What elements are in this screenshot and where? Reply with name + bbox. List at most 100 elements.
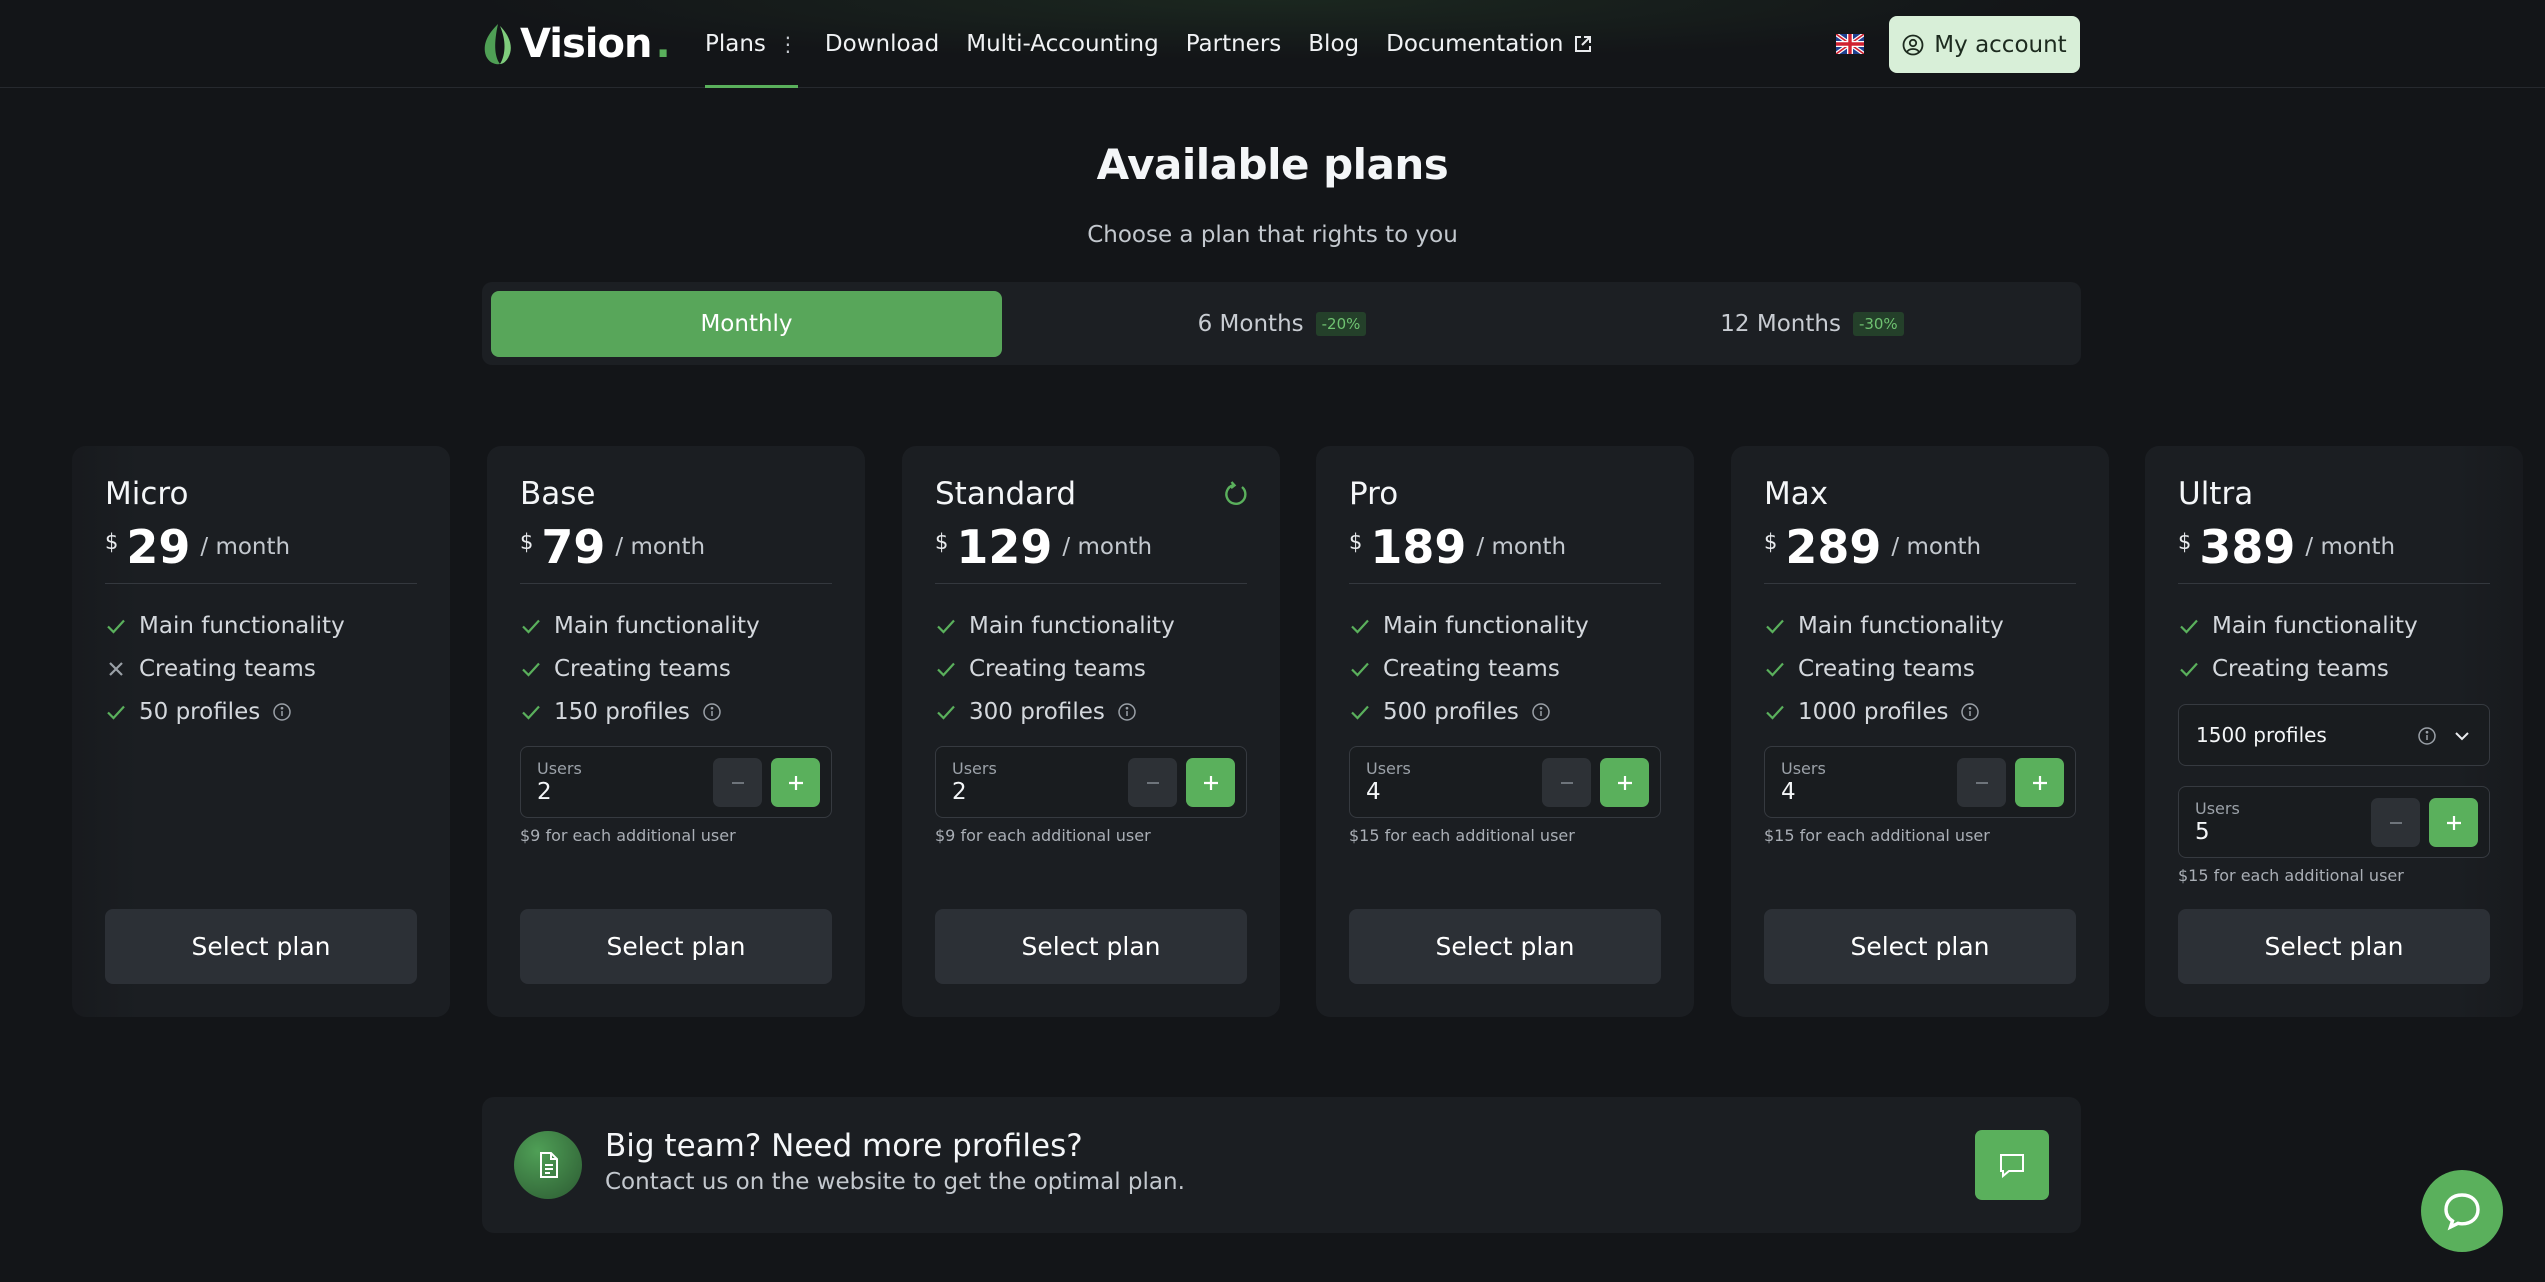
uk-flag-icon[interactable]: [1836, 34, 1864, 54]
feature-list: Main functionality Creating teams: [2178, 604, 2418, 690]
user-circle-icon: [1902, 34, 1924, 55]
increase-users-button[interactable]: [1186, 758, 1235, 807]
price-period: / month: [200, 534, 291, 560]
feature-list: Main functionality Creating teams 150 pr…: [520, 604, 760, 733]
info-icon[interactable]: [2417, 726, 2437, 746]
price-period: / month: [1476, 534, 1567, 560]
check-icon: [2180, 662, 2198, 677]
plus-icon: [1203, 775, 1218, 790]
users-label: Users: [537, 759, 582, 778]
users-stepper: Users 4: [1349, 746, 1661, 818]
check-icon: [107, 705, 125, 720]
info-icon[interactable]: [1531, 702, 1551, 722]
decrease-users-button[interactable]: [1128, 758, 1177, 807]
plan-name: Micro: [105, 476, 189, 512]
feature-text: Creating teams: [2212, 655, 2389, 682]
info-icon[interactable]: [272, 702, 292, 722]
x-icon: [109, 661, 123, 676]
feature-text: 500 profiles: [1383, 698, 1519, 725]
users-value[interactable]: 5: [2195, 819, 2210, 845]
feature-list: Main functionality Creating teams 1000 p…: [1764, 604, 2004, 733]
leaf-logo-icon: [484, 24, 511, 65]
more-dots-icon[interactable]: ⋮: [778, 32, 798, 56]
contact-button[interactable]: [1975, 1130, 2049, 1200]
additional-user-note: $9 for each additional user: [935, 826, 1151, 845]
my-account-button[interactable]: My account: [1889, 16, 2080, 73]
divider: [105, 583, 417, 584]
nav-partners[interactable]: Partners: [1186, 0, 1282, 88]
users-value[interactable]: 2: [537, 779, 552, 805]
plan-name: Standard: [935, 476, 1077, 512]
users-value[interactable]: 4: [1781, 779, 1796, 805]
tab-12-months[interactable]: 12 Months -30%: [1552, 291, 2072, 357]
feature-item: 1000 profiles: [1764, 690, 2004, 733]
feature-item: 500 profiles: [1349, 690, 1589, 733]
info-icon[interactable]: [702, 702, 722, 722]
plus-icon: [2446, 815, 2461, 830]
increase-users-button[interactable]: [771, 758, 820, 807]
feature-text: Main functionality: [554, 612, 760, 639]
plan-name: Pro: [1349, 476, 1399, 512]
nav-documentation[interactable]: Documentation: [1386, 0, 1593, 88]
feature-text: Main functionality: [1383, 612, 1589, 639]
users-stepper: Users 2: [935, 746, 1247, 818]
nav-plans[interactable]: Plans ⋮: [705, 0, 798, 88]
tab-monthly[interactable]: Monthly: [491, 291, 1002, 357]
check-icon: [937, 662, 955, 677]
my-account-label: My account: [1934, 31, 2067, 58]
increase-users-button[interactable]: [1600, 758, 1649, 807]
feature-list: Main functionality Creating teams 300 pr…: [935, 604, 1175, 733]
profiles-select[interactable]: 1500 profiles: [2178, 704, 2490, 766]
logo[interactable]: Vision.: [480, 20, 671, 68]
select-plan-button[interactable]: Select plan: [1764, 909, 2076, 984]
currency-symbol: $: [2178, 530, 2192, 554]
live-chat-button[interactable]: [2421, 1170, 2503, 1252]
tab-6-months[interactable]: 6 Months -20%: [1022, 291, 1542, 357]
users-value[interactable]: 4: [1366, 779, 1381, 805]
page-title: Available plans: [1096, 140, 1449, 189]
increase-users-button[interactable]: [2015, 758, 2064, 807]
feature-text: Creating teams: [139, 655, 316, 682]
plan-card-ultra: Ultra $ 389 / month Main functionality C…: [2145, 446, 2523, 1017]
decrease-users-button[interactable]: [1957, 758, 2006, 807]
chat-icon: [2444, 1193, 2480, 1231]
select-plan-button[interactable]: Select plan: [935, 909, 1247, 984]
banner-text: Contact us on the website to get the opt…: [605, 1169, 1185, 1195]
nav-download[interactable]: Download: [825, 0, 939, 88]
nav-multi-accounting[interactable]: Multi-Accounting: [966, 0, 1158, 88]
increase-users-button[interactable]: [2429, 798, 2478, 847]
chevron-down-icon: [2455, 732, 2469, 741]
users-stepper: Users 4: [1764, 746, 2076, 818]
plan-card-standard: Standard $ 129 / month Main functionalit…: [902, 446, 1280, 1017]
info-icon[interactable]: [1960, 702, 1980, 722]
users-label: Users: [1781, 759, 1826, 778]
decrease-users-button[interactable]: [2371, 798, 2420, 847]
feature-text: Creating teams: [969, 655, 1146, 682]
page-subtitle: Choose a plan that rights to you: [1087, 222, 1458, 248]
select-plan-button[interactable]: Select plan: [1349, 909, 1661, 984]
info-icon[interactable]: [1117, 702, 1137, 722]
plus-icon: [2032, 775, 2047, 790]
nav-blog[interactable]: Blog: [1308, 0, 1359, 88]
users-value[interactable]: 2: [952, 779, 967, 805]
feature-item: Creating teams: [1349, 647, 1589, 690]
decrease-users-button[interactable]: [1542, 758, 1591, 807]
feature-item: Creating teams: [2178, 647, 2418, 690]
feature-text: Creating teams: [554, 655, 731, 682]
plan-card-pro: Pro $ 189 / month Main functionality Cre…: [1316, 446, 1694, 1017]
select-plan-button[interactable]: Select plan: [2178, 909, 2490, 984]
select-plan-button[interactable]: Select plan: [105, 909, 417, 984]
logo-text: Vision: [520, 21, 652, 67]
additional-user-note: $15 for each additional user: [2178, 866, 2404, 885]
feature-text: Creating teams: [1798, 655, 1975, 682]
nav-documentation-label: Documentation: [1386, 31, 1564, 57]
decrease-users-button[interactable]: [713, 758, 762, 807]
check-icon: [522, 705, 540, 720]
feature-item: Creating teams: [520, 647, 760, 690]
plan-name: Base: [520, 476, 596, 512]
users-stepper: Users 5: [2178, 786, 2490, 858]
feature-text: Main functionality: [969, 612, 1175, 639]
select-plan-button[interactable]: Select plan: [520, 909, 832, 984]
plan-price: $ 189 / month: [1349, 522, 1566, 572]
feature-item: Main functionality: [1349, 604, 1589, 647]
